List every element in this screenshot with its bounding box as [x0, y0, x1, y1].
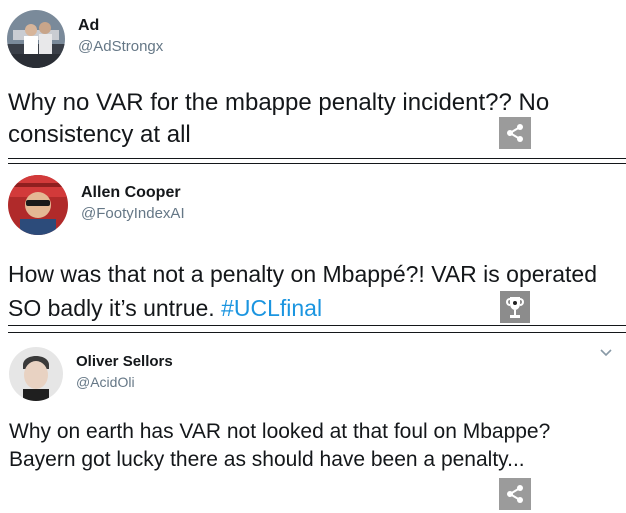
share-icon: [507, 124, 523, 142]
tweet-2: Allen Cooper @FootyIndexAI How was that …: [0, 164, 626, 324]
chevron-down-icon[interactable]: [599, 345, 613, 361]
hashtag-link[interactable]: #UCLfinal: [221, 295, 322, 321]
avatar[interactable]: [8, 175, 68, 235]
divider: [8, 158, 626, 159]
trophy-emoji: [500, 291, 530, 323]
avatar[interactable]: [7, 10, 65, 68]
tweet-3: Oliver Sellors @AcidOli Why on earth has…: [0, 333, 626, 513]
tweet-text: Why on earth has VAR not looked at that …: [9, 420, 551, 471]
handle[interactable]: @AdStrongx: [78, 38, 163, 55]
display-name[interactable]: Ad: [78, 17, 99, 35]
display-name[interactable]: Oliver Sellors: [76, 353, 173, 370]
avatar[interactable]: [9, 347, 63, 401]
display-name[interactable]: Allen Cooper: [81, 184, 181, 202]
divider: [8, 325, 626, 326]
tweet-1: Ad @AdStrongx Why no VAR for the mbappe …: [0, 0, 626, 158]
handle[interactable]: @AcidOli: [76, 374, 135, 390]
trophy-icon: [506, 297, 524, 318]
share-button[interactable]: [499, 117, 531, 149]
share-button[interactable]: [499, 478, 531, 510]
handle[interactable]: @FootyIndexAI: [81, 205, 185, 222]
share-icon: [507, 485, 523, 503]
